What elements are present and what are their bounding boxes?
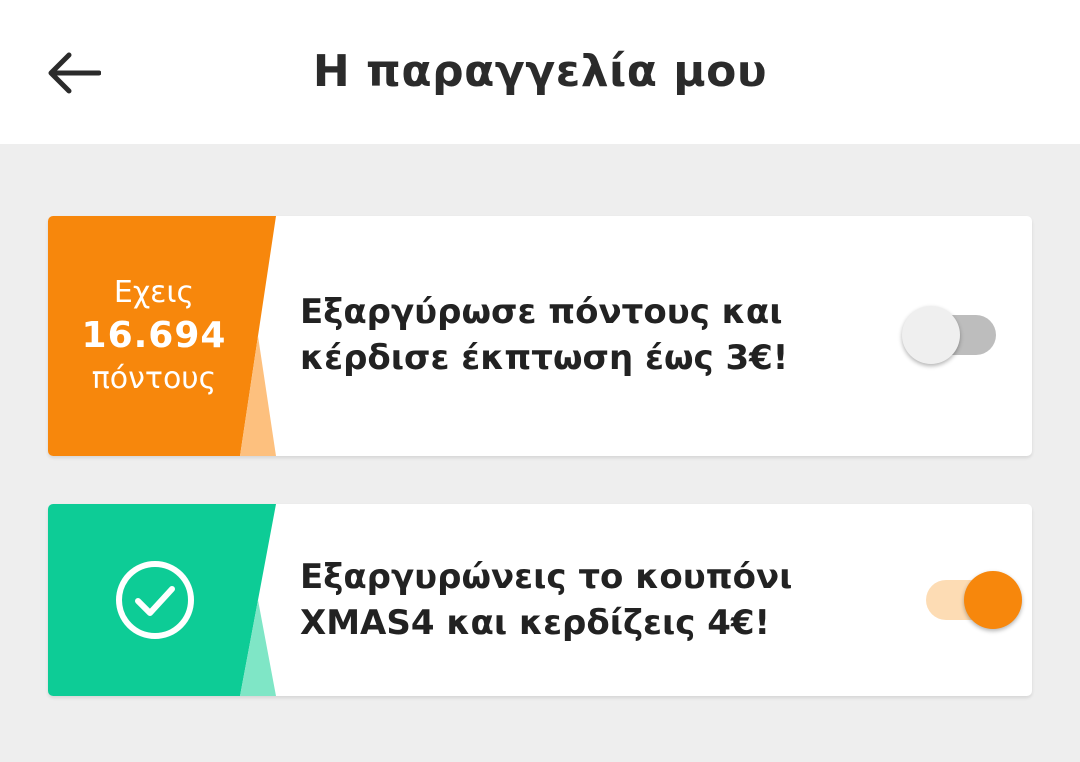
points-label-bottom: πόντους [91,361,217,396]
redeem-points-line-1: Εξαργύρωσε πόντους και [300,292,783,332]
coupon-panel [48,504,276,696]
coupon-line-2: XMAS4 και κερδίζεις 4€! [300,603,771,643]
check-circle-icon [116,561,194,639]
coupon-line-1: Εξαργυρώνεις το κουπόνι [300,557,793,597]
points-label-top: Εχεις [113,275,195,310]
coupon-card: Εξαργυρώνεις το κουπόνι XMAS4 και κερδίζ… [48,504,1032,696]
app-bar: Η παραγγελία μου [0,0,1080,144]
coupon-toggle[interactable] [926,571,1022,629]
coupon-message: Εξαργυρώνεις το κουπόνι XMAS4 και κερδίζ… [300,554,792,646]
redeem-points-line-2: κέρδισε έκπτωση έως 3€! [300,338,789,378]
toggle-thumb [964,571,1022,629]
points-balance: Εχεις 16.694 πόντους [48,216,260,456]
redeem-points-message: Εξαργύρωσε πόντους και κέρδισε έκπτωση έ… [300,289,788,381]
redeem-points-card: Εχεις 16.694 πόντους Εξαργύρωσε πόντους … [48,216,1032,456]
toggle-thumb [902,306,960,364]
points-panel: Εχεις 16.694 πόντους [48,216,276,456]
points-value: 16.694 [81,315,227,356]
page-title: Η παραγγελία μου [312,46,768,97]
redeem-points-toggle[interactable] [902,306,998,364]
